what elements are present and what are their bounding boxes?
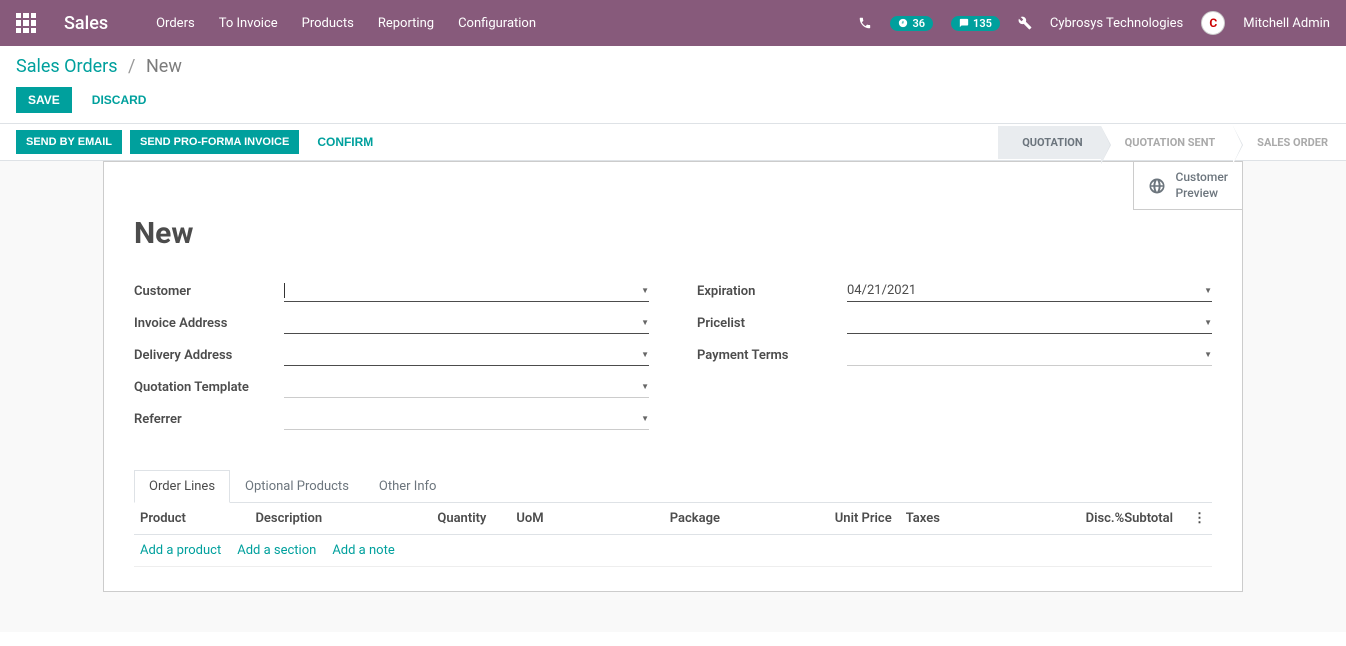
label-payment-terms: Payment Terms [697, 348, 847, 363]
col-subtotal: Subtotal [1124, 511, 1193, 526]
status-actions: SEND BY EMAIL SEND PRO-FORMA INVOICE CON… [0, 129, 399, 155]
sheet-inner: New Customer ▼ Invoice Address ▼ Deliver… [104, 162, 1242, 591]
top-right: 36 135 Cybrosys Technologies C Mitchell … [858, 11, 1330, 35]
customer-preview-label: CustomerPreview [1176, 170, 1228, 201]
breadcrumb: Sales Orders / New [16, 56, 1330, 77]
form-sheet: CustomerPreview New Customer ▼ Invoice A… [103, 161, 1243, 592]
app-brand[interactable]: Sales [64, 13, 108, 34]
chevron-down-icon: ▼ [641, 318, 649, 327]
tabs: Order Lines Optional Products Other Info [134, 469, 1212, 503]
messages-count: 135 [973, 17, 992, 30]
save-button[interactable]: SAVE [16, 87, 72, 113]
add-product-link[interactable]: Add a product [140, 543, 221, 558]
chevron-down-icon: ▼ [1204, 350, 1212, 359]
status-steps: QUOTATION QUOTATION SENT SALES ORDER [998, 126, 1346, 159]
menu-reporting[interactable]: Reporting [378, 16, 434, 31]
breadcrumb-sep: / [128, 56, 135, 77]
step-sales-order[interactable]: SALES ORDER [1233, 126, 1346, 159]
invoice-address-field[interactable]: ▼ [284, 312, 649, 334]
page-title: New [134, 216, 1212, 251]
breadcrumb-current: New [146, 56, 182, 77]
activity-badge[interactable]: 36 [890, 16, 933, 31]
tab-order-lines[interactable]: Order Lines [134, 470, 230, 503]
label-expiration: Expiration [697, 284, 847, 299]
col-more-icon[interactable]: ⋮ [1193, 511, 1206, 526]
chevron-down-icon: ▼ [641, 382, 649, 391]
clock-icon [898, 18, 908, 28]
phone-icon[interactable] [858, 16, 872, 30]
add-note-link[interactable]: Add a note [332, 543, 394, 558]
expiration-field[interactable]: 04/21/2021▼ [847, 280, 1212, 302]
chat-icon [959, 18, 969, 28]
control-panel: Sales Orders / New SAVE DISCARD [0, 46, 1346, 113]
label-invoice-address: Invoice Address [134, 316, 284, 331]
quotation-template-field[interactable]: ▼ [284, 376, 649, 398]
table-header: Product Description Quantity UoM Package… [134, 503, 1212, 535]
tab-optional-products[interactable]: Optional Products [230, 470, 364, 503]
menu-orders[interactable]: Orders [156, 16, 195, 31]
breadcrumb-root[interactable]: Sales Orders [16, 56, 118, 77]
menu-products[interactable]: Products [302, 16, 354, 31]
pricelist-field[interactable]: ▼ [847, 312, 1212, 334]
activity-count: 36 [912, 17, 925, 30]
step-quotation[interactable]: QUOTATION [998, 126, 1100, 159]
send-email-button[interactable]: SEND BY EMAIL [16, 130, 122, 154]
chevron-down-icon: ▼ [641, 286, 649, 295]
form-grid: Customer ▼ Invoice Address ▼ Delivery Ad… [134, 279, 1212, 439]
top-nav: Sales Orders To Invoice Products Reporti… [0, 0, 1346, 46]
table-body: Add a product Add a section Add a note [134, 535, 1212, 567]
label-referrer: Referrer [134, 412, 284, 427]
action-buttons: SAVE DISCARD [16, 87, 1330, 113]
tab-other-info[interactable]: Other Info [364, 470, 452, 503]
col-package: Package [570, 511, 759, 526]
col-uom: UoM [486, 511, 569, 526]
chevron-down-icon: ▼ [1204, 318, 1212, 327]
label-delivery-address: Delivery Address [134, 348, 284, 363]
send-proforma-button[interactable]: SEND PRO-FORMA INVOICE [130, 130, 299, 154]
messages-badge[interactable]: 135 [951, 16, 1000, 31]
referrer-field[interactable]: ▼ [284, 408, 649, 430]
label-quotation-template: Quotation Template [134, 380, 284, 395]
add-section-link[interactable]: Add a section [237, 543, 316, 558]
form-col-left: Customer ▼ Invoice Address ▼ Delivery Ad… [134, 279, 649, 439]
col-product: Product [140, 511, 255, 526]
globe-icon [1148, 177, 1166, 195]
col-description: Description [255, 511, 388, 526]
avatar[interactable]: C [1201, 11, 1225, 35]
col-unit-price: Unit Price [759, 511, 892, 526]
label-customer: Customer [134, 284, 284, 299]
chevron-down-icon: ▼ [641, 414, 649, 423]
main-menu: Orders To Invoice Products Reporting Con… [156, 16, 536, 31]
company-name[interactable]: Cybrosys Technologies [1050, 16, 1183, 31]
col-quantity: Quantity [389, 511, 487, 526]
notebook: Order Lines Optional Products Other Info… [134, 469, 1212, 567]
chevron-down-icon: ▼ [1204, 286, 1212, 295]
step-quotation-sent[interactable]: QUOTATION SENT [1101, 126, 1234, 159]
customer-field[interactable]: ▼ [284, 280, 649, 302]
delivery-address-field[interactable]: ▼ [284, 344, 649, 366]
chevron-down-icon: ▼ [641, 350, 649, 359]
menu-configuration[interactable]: Configuration [458, 16, 536, 31]
form-bg: CustomerPreview New Customer ▼ Invoice A… [0, 161, 1346, 632]
payment-terms-field[interactable]: ▼ [847, 344, 1212, 366]
form-col-right: Expiration 04/21/2021▼ Pricelist ▼ Payme… [697, 279, 1212, 439]
discard-button[interactable]: DISCARD [80, 87, 159, 113]
col-taxes: Taxes [892, 511, 982, 526]
customer-preview-button[interactable]: CustomerPreview [1133, 162, 1242, 210]
wrench-icon[interactable] [1018, 16, 1032, 30]
confirm-button[interactable]: CONFIRM [307, 129, 383, 155]
col-disc: Disc.% [982, 511, 1124, 526]
status-bar: SEND BY EMAIL SEND PRO-FORMA INVOICE CON… [0, 123, 1346, 161]
add-links: Add a product Add a section Add a note [140, 543, 1206, 558]
menu-to-invoice[interactable]: To Invoice [219, 16, 278, 31]
user-name[interactable]: Mitchell Admin [1243, 16, 1330, 31]
apps-icon[interactable] [16, 13, 36, 33]
label-pricelist: Pricelist [697, 316, 847, 331]
